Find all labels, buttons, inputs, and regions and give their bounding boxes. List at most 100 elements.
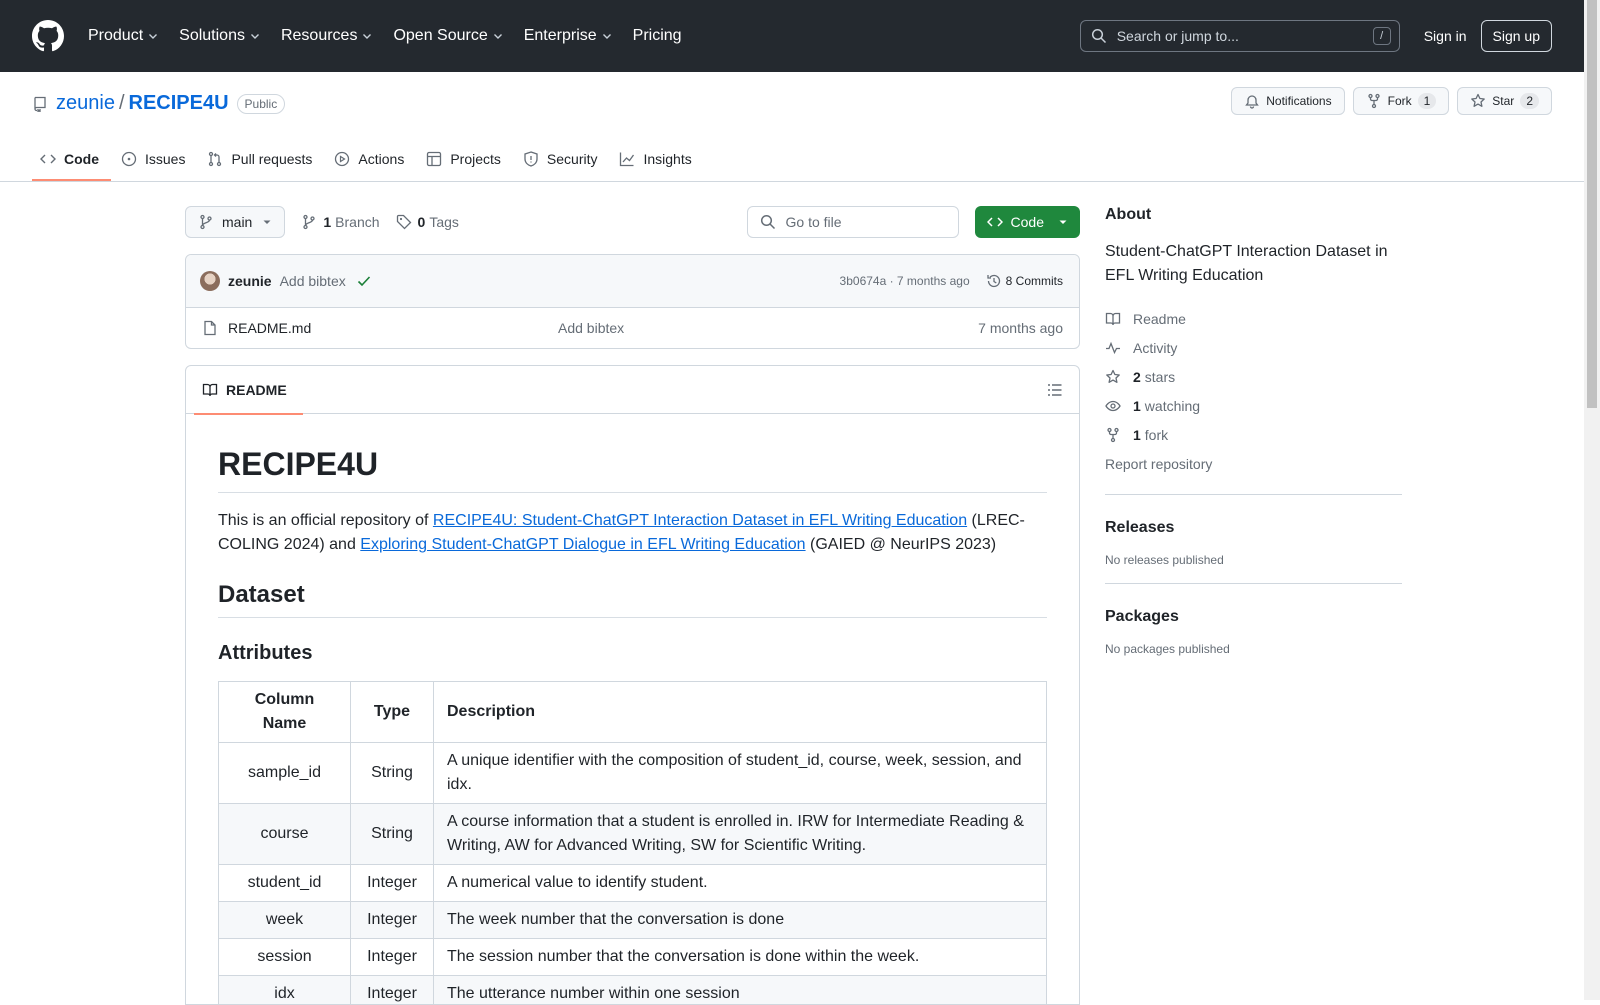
stars-link[interactable]: 2 stars	[1105, 362, 1402, 391]
notifications-button[interactable]: Notifications	[1231, 87, 1344, 115]
column-header: Column Name	[219, 682, 351, 743]
table-cell: The utterance number within one session	[434, 976, 1047, 1005]
attributes-heading: Attributes	[218, 642, 1047, 665]
file-browser: zeunie Add bibtex 3b0674a · 7 months ago…	[185, 254, 1080, 349]
repo-sidebar: About Student-ChatGPT Interaction Datase…	[1105, 206, 1402, 656]
activity-link[interactable]: Activity	[1105, 333, 1402, 362]
caret-down-icon	[1058, 217, 1068, 227]
commits-history-link[interactable]: 8 Commits	[986, 273, 1063, 289]
tab-issues[interactable]: Issues	[113, 138, 197, 180]
repo-name-link[interactable]: RECIPE4U	[129, 92, 229, 115]
star-button[interactable]: Star 2	[1457, 87, 1552, 115]
tab-insights[interactable]: Insights	[611, 138, 703, 180]
fork-count: 1	[1418, 93, 1437, 109]
branch-icon	[301, 214, 317, 230]
tab-pull-requests[interactable]: Pull requests	[199, 138, 324, 180]
watching-link[interactable]: 1 watching	[1105, 391, 1402, 420]
tab-actions[interactable]: Actions	[326, 138, 416, 180]
table-cell: Integer	[351, 939, 434, 976]
fork-icon	[1105, 427, 1121, 443]
search-placeholder: Search or jump to...	[1117, 28, 1373, 44]
attributes-table: Column Name Type Description sample_idSt…	[218, 681, 1047, 1005]
tag-count: 0	[418, 214, 426, 230]
readme-link[interactable]: Readme	[1105, 304, 1402, 333]
file-name-link[interactable]: README.md	[228, 320, 558, 336]
check-icon[interactable]	[356, 273, 372, 289]
history-icon	[986, 273, 1002, 289]
nav-open-source[interactable]: Open Source	[393, 27, 503, 45]
repo-tabs: Code Issues Pull requests Actions Projec…	[32, 138, 706, 180]
code-button[interactable]: Code	[975, 206, 1080, 238]
nav-product[interactable]: Product	[88, 27, 159, 45]
table-row: idxIntegerThe utterance number within on…	[219, 976, 1047, 1005]
file-row[interactable]: README.md Add bibtex 7 months ago	[186, 308, 1079, 348]
commit-message-link[interactable]: Add bibtex	[280, 273, 346, 289]
tag-icon	[396, 214, 412, 230]
dataset-heading: Dataset	[218, 581, 1047, 618]
commits-count: 8 Commits	[1006, 274, 1063, 288]
sign-in-link[interactable]: Sign in	[1424, 28, 1467, 44]
list-outline-icon[interactable]	[1047, 382, 1063, 398]
packages-empty: No packages published	[1105, 642, 1402, 656]
tab-code[interactable]: Code	[32, 138, 111, 180]
play-icon	[334, 151, 350, 167]
commit-meta: 3b0674a · 7 months ago 8 Commits	[840, 273, 1063, 289]
branches-link[interactable]: 1 Branch	[301, 214, 379, 230]
nav-label: Enterprise	[524, 27, 597, 45]
branch-name: main	[222, 214, 252, 230]
header-actions: Search or jump to... / Sign in Sign up	[1080, 20, 1552, 52]
readme-tab[interactable]: README	[194, 366, 295, 414]
readme-tab-label: README	[226, 382, 287, 398]
fork-count: 1	[1133, 427, 1141, 443]
star-icon	[1470, 93, 1486, 109]
file-commit-time: 7 months ago	[978, 320, 1063, 336]
forks-link[interactable]: 1 fork	[1105, 420, 1402, 449]
packages-heading[interactable]: Packages	[1105, 608, 1402, 626]
notifications-label: Notifications	[1266, 94, 1331, 108]
table-cell: Integer	[351, 976, 434, 1005]
tab-projects[interactable]: Projects	[418, 138, 513, 180]
tab-label: Insights	[643, 151, 691, 167]
releases-heading[interactable]: Releases	[1105, 519, 1402, 537]
github-logo-icon[interactable]	[32, 20, 64, 52]
column-header: Type	[351, 682, 434, 743]
nav-solutions[interactable]: Solutions	[179, 27, 261, 45]
paper-link-gaied[interactable]: Exploring Student-ChatGPT Dialogue in EF…	[360, 536, 805, 553]
repo-owner-link[interactable]: zeunie	[56, 92, 115, 115]
search-shortcut-key: /	[1373, 27, 1391, 45]
paper-link-lrec[interactable]: RECIPE4U: Student-ChatGPT Interaction Da…	[433, 512, 967, 529]
chevron-down-icon	[147, 30, 159, 42]
code-button-label: Code	[1011, 214, 1044, 230]
nav-resources[interactable]: Resources	[281, 27, 373, 45]
page-scrollbar[interactable]	[1584, 0, 1600, 1000]
search-input[interactable]: Search or jump to... /	[1080, 20, 1400, 52]
commit-author-link[interactable]: zeunie	[228, 273, 272, 289]
table-cell: Integer	[351, 865, 434, 902]
star-count: 2	[1520, 93, 1539, 109]
global-nav: Product Solutions Resources Open Source …	[88, 27, 702, 45]
fork-button[interactable]: Fork 1	[1353, 87, 1450, 115]
table-row: sessionIntegerThe session number that th…	[219, 939, 1047, 976]
readme-link-label: Readme	[1133, 311, 1186, 327]
readme-intro: This is an official repository of RECIPE…	[218, 509, 1047, 557]
sign-up-button[interactable]: Sign up	[1481, 20, 1552, 52]
nav-enterprise[interactable]: Enterprise	[524, 27, 613, 45]
caret-down-icon	[262, 217, 272, 227]
tags-link[interactable]: 0 Tags	[396, 214, 459, 230]
stars-label: stars	[1145, 369, 1175, 385]
table-cell: The session number that the conversation…	[434, 939, 1047, 976]
avatar[interactable]	[200, 271, 220, 291]
branch-selector[interactable]: main	[185, 206, 285, 238]
commit-hash-time[interactable]: 3b0674a · 7 months ago	[840, 274, 970, 288]
nav-pricing[interactable]: Pricing	[633, 27, 682, 45]
column-header: Description	[434, 682, 1047, 743]
report-repository-link[interactable]: Report repository	[1105, 449, 1402, 478]
file-commit-message[interactable]: Add bibtex	[558, 320, 978, 336]
table-row: courseStringA course information that a …	[219, 804, 1047, 865]
go-to-file-input[interactable]: Go to file	[747, 206, 959, 238]
table-cell: The week number that the conversation is…	[434, 902, 1047, 939]
table-cell: sample_id	[219, 743, 351, 804]
scrollbar-thumb[interactable]	[1587, 0, 1597, 408]
table-cell: Integer	[351, 902, 434, 939]
tab-security[interactable]: Security	[515, 138, 610, 180]
